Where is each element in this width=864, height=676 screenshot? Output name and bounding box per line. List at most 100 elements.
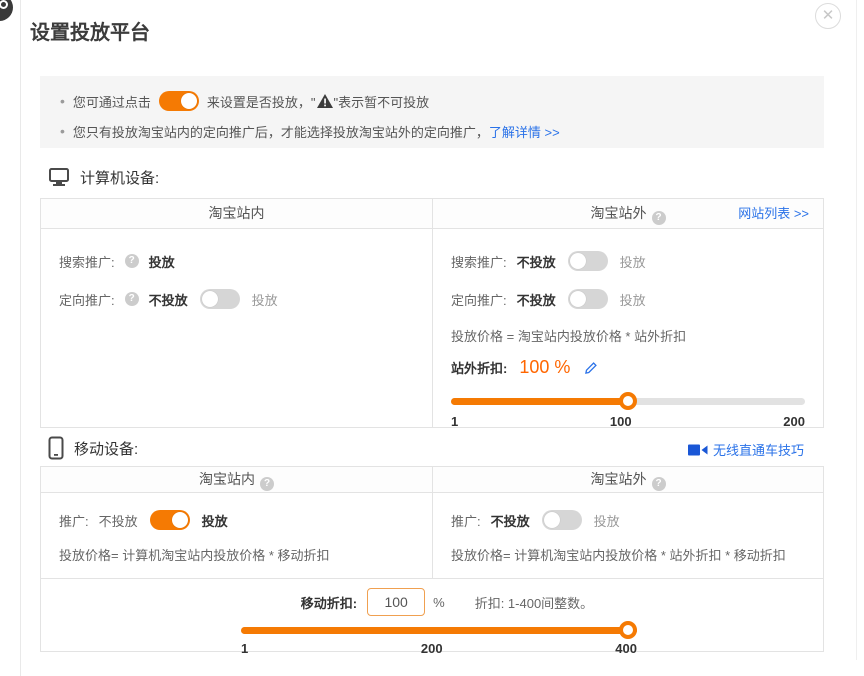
bullet-icon: •	[60, 123, 65, 139]
promo-label: 推广:	[59, 511, 89, 530]
mobile-offsite-formula: 投放价格= 计算机淘宝站内投放价格 * 站外折扣 * 移动折扣	[451, 545, 805, 564]
computer-offsite-target-row: 定向推广: 不投放 投放	[451, 289, 805, 309]
computer-offsite-header-label: 淘宝站外	[591, 205, 647, 221]
slider-min-label: 1	[241, 641, 248, 656]
mobile-onsite-promo-row: 推广: 不投放 投放	[59, 509, 414, 531]
search-promo-label: 搜索推广:	[59, 252, 115, 271]
computer-table-body: 搜索推广: ? 投放 定向推广: ? 不投放 投放 搜索推广: 不投放	[41, 229, 823, 428]
search-promo-alt: 投放	[620, 252, 646, 271]
warning-icon	[317, 94, 333, 111]
computer-table-header: 淘宝站内 淘宝站外? 网站列表 >>	[41, 199, 823, 229]
mobile-onsite-cell: 推广: 不投放 投放 投放价格= 计算机淘宝站内投放价格 * 移动折扣	[41, 493, 432, 578]
mobile-discount-slider[interactable]	[241, 621, 637, 639]
computer-onsite-cell: 搜索推广: ? 投放 定向推广: ? 不投放 投放	[41, 229, 432, 428]
site-list-link[interactable]: 网站列表 >>	[738, 199, 809, 228]
mobile-section-title: 移动设备:	[74, 438, 138, 459]
notice-line2-text: 您只有投放淘宝站内的定向推广后，才能选择投放淘宝站外的定向推广，	[73, 122, 489, 141]
wireless-tips-link[interactable]: 无线直通车技巧	[688, 440, 804, 459]
computer-onsite-header-label: 淘宝站内	[209, 205, 265, 221]
search-promo-status: 投放	[149, 252, 175, 271]
mobile-onsite-toggle[interactable]	[150, 510, 190, 530]
target-promo-label: 定向推广:	[451, 290, 507, 309]
offsite-price-formula: 投放价格 = 淘宝站内投放价格 * 站外折扣	[451, 326, 805, 345]
background-decoration	[0, 0, 13, 21]
toggle-example[interactable]	[159, 91, 199, 111]
mobile-offsite-cell: 推广: 不投放 投放 投放价格= 计算机淘宝站内投放价格 * 站外折扣 * 移动…	[432, 493, 823, 578]
target-promo-label: 定向推广:	[59, 290, 115, 309]
search-promo-status: 不投放	[517, 252, 556, 271]
mobile-offsite-header: 淘宝站外?	[432, 467, 823, 492]
mobile-table: 淘宝站内? 淘宝站外? 推广: 不投放 投放 投放价格= 计算机淘宝站内投放价格…	[40, 466, 824, 652]
mobile-slider-wrap: 1 200 400	[241, 621, 637, 656]
mobile-section-header: 移动设备:	[48, 436, 138, 460]
mobile-onsite-formula: 投放价格= 计算机淘宝站内投放价格 * 移动折扣	[59, 545, 414, 564]
computer-offsite-search-row: 搜索推广: 不投放 投放	[451, 251, 805, 271]
mobile-onsite-header-label: 淘宝站内	[199, 471, 255, 487]
computer-section-title: 计算机设备:	[80, 167, 159, 188]
notice-line1-suf: "表示暂不可投放	[334, 92, 430, 111]
close-icon[interactable]: ✕	[815, 3, 841, 29]
computer-onsite-target-row: 定向推广: ? 不投放 投放	[59, 289, 414, 309]
promo-label: 推广:	[451, 511, 481, 530]
help-icon[interactable]: ?	[652, 477, 666, 491]
mobile-slider-labels: 1 200 400	[241, 641, 637, 656]
page-title: 设置投放平台	[30, 16, 150, 45]
slider-max-label: 400	[615, 641, 637, 656]
slider-thumb[interactable]	[619, 621, 637, 639]
dialog-left-border	[20, 0, 21, 676]
slider-fill	[451, 398, 628, 405]
slider-fill	[241, 627, 637, 634]
mobile-icon	[48, 436, 64, 460]
notice-line-1: • 您可通过点击 来设置是否投放，" "表示暂不可投放	[60, 88, 804, 114]
computer-icon	[48, 166, 70, 188]
mobile-discount-row: 移动折扣: % 折扣: 1-400间整数。	[41, 587, 823, 617]
slider-max-label: 200	[783, 414, 805, 429]
computer-onsite-target-toggle[interactable]	[200, 289, 240, 309]
slider-mid-label: 100	[610, 414, 632, 429]
offsite-discount-label: 站外折扣:	[451, 358, 507, 377]
bullet-icon: •	[60, 93, 65, 109]
computer-onsite-search-row: 搜索推广: ? 投放	[59, 251, 414, 271]
help-icon[interactable]: ?	[125, 254, 139, 268]
search-promo-label: 搜索推广:	[451, 252, 507, 271]
computer-onsite-header: 淘宝站内	[41, 199, 432, 228]
target-promo-alt: 投放	[252, 290, 278, 309]
promo-on-label: 投放	[594, 511, 620, 530]
slider-thumb[interactable]	[619, 392, 637, 410]
computer-offsite-target-toggle[interactable]	[568, 289, 608, 309]
computer-offsite-search-toggle[interactable]	[568, 251, 608, 271]
offsite-discount-slider[interactable]	[451, 392, 805, 410]
video-icon	[688, 443, 708, 457]
computer-table: 淘宝站内 淘宝站外? 网站列表 >> 搜索推广: ? 投放 定向推广: ? 不投…	[40, 198, 824, 428]
offsite-slider-labels: 1 100 200	[451, 414, 805, 429]
mobile-discount-label: 移动折扣:	[301, 593, 357, 612]
target-promo-status: 不投放	[149, 290, 188, 309]
learn-more-link[interactable]: 了解详情 >>	[489, 122, 560, 141]
help-icon[interactable]: ?	[260, 477, 274, 491]
mobile-discount-input[interactable]	[367, 588, 425, 616]
notice-line-2: • 您只有投放淘宝站内的定向推广后，才能选择投放淘宝站外的定向推广， 了解详情 …	[60, 118, 804, 144]
computer-offsite-cell: 搜索推广: 不投放 投放 定向推广: 不投放 投放 投放价格 = 淘宝站内投放价…	[432, 229, 823, 428]
slider-min-label: 1	[451, 414, 458, 429]
target-promo-status: 不投放	[517, 290, 556, 309]
help-icon[interactable]: ?	[125, 292, 139, 306]
notice-box: • 您可通过点击 来设置是否投放，" "表示暂不可投放 • 您只有投放淘宝站内的…	[40, 76, 824, 148]
computer-offsite-header: 淘宝站外? 网站列表 >>	[432, 199, 823, 228]
notice-line1-pre: 您可通过点击	[73, 92, 151, 111]
promo-off-label: 不投放	[99, 511, 138, 530]
edit-pencil-icon[interactable]	[584, 360, 599, 375]
mobile-table-body: 推广: 不投放 投放 投放价格= 计算机淘宝站内投放价格 * 移动折扣 推广: …	[41, 493, 823, 578]
mobile-offsite-toggle[interactable]	[542, 510, 582, 530]
wireless-tips-label: 无线直通车技巧	[713, 440, 804, 459]
mobile-offsite-promo-row: 推广: 不投放 投放	[451, 509, 805, 531]
target-promo-alt: 投放	[620, 290, 646, 309]
help-icon[interactable]: ?	[652, 211, 666, 225]
mobile-offsite-header-label: 淘宝站外	[591, 471, 647, 487]
offsite-discount-value: 100 %	[519, 357, 570, 378]
mobile-discount-unit: %	[433, 595, 445, 610]
slider-mid-label: 200	[421, 641, 443, 656]
computer-section-header: 计算机设备:	[48, 166, 159, 188]
promo-on-label: 投放	[202, 511, 228, 530]
set-platform-dialog: ✕ 设置投放平台 • 您可通过点击 来设置是否投放，" "表示暂不可投放 • 您…	[0, 0, 864, 676]
mobile-table-header: 淘宝站内? 淘宝站外?	[41, 467, 823, 493]
